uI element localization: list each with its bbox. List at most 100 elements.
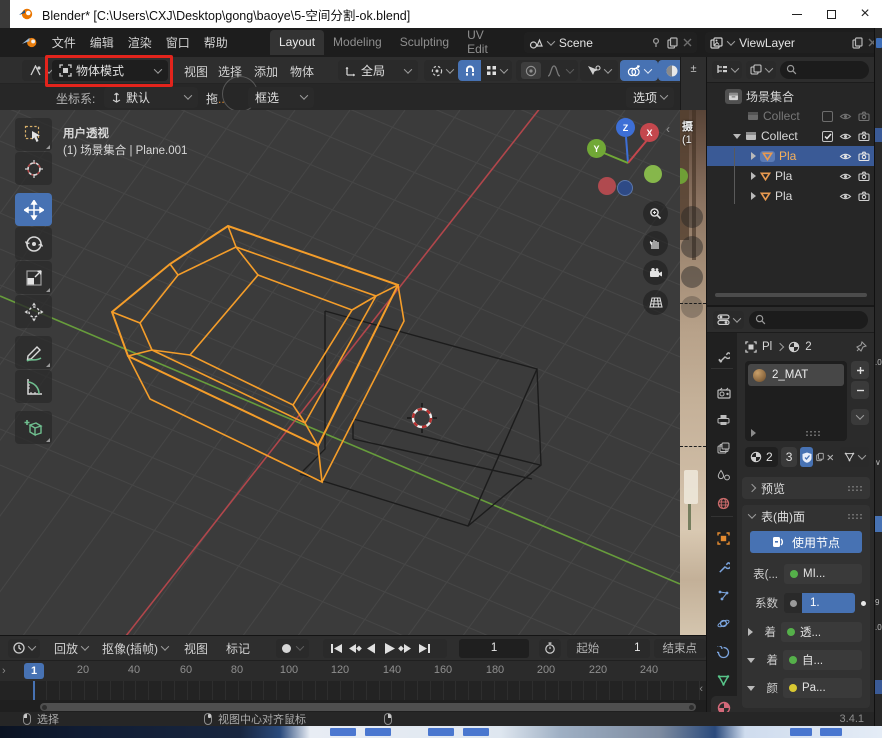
tool-scale[interactable] xyxy=(15,261,52,294)
hide-eye-icon[interactable] xyxy=(839,192,852,201)
coord-default-dropdown[interactable]: 默认 xyxy=(104,87,198,108)
gizmo-axis-y[interactable]: Y xyxy=(587,139,606,158)
scene-selector[interactable]: Scene xyxy=(524,32,697,53)
outliner-search[interactable] xyxy=(780,61,869,79)
proportional-toggle[interactable] xyxy=(521,62,541,79)
falloff-icon[interactable] xyxy=(547,65,561,77)
tool-move[interactable] xyxy=(15,193,52,226)
tab-object-data[interactable] xyxy=(710,668,737,692)
tool-rotate[interactable] xyxy=(15,227,52,260)
sidebar-toggle-arrow[interactable]: ‹ xyxy=(666,122,670,136)
factor-slider[interactable]: 1. xyxy=(784,593,855,613)
frame-end-field[interactable]: 结束点 xyxy=(654,639,707,658)
tab-physics[interactable] xyxy=(710,611,737,635)
unlink-material-icon[interactable] xyxy=(827,453,834,462)
copy-material-icon[interactable] xyxy=(816,451,824,463)
material-slot-active[interactable]: 2_MAT xyxy=(748,364,844,386)
keyframe-dot[interactable] xyxy=(861,601,866,606)
new-viewlayer-icon[interactable] xyxy=(852,37,863,49)
orientation-dropdown[interactable]: 全局 xyxy=(338,60,418,81)
material-users-button[interactable]: 3 xyxy=(781,447,798,467)
add-slot-button[interactable] xyxy=(851,361,869,379)
tab-object[interactable] xyxy=(710,526,737,550)
render-camera-icon[interactable] xyxy=(858,151,870,161)
transport-controls[interactable] xyxy=(323,639,447,658)
gizmo-axis-y-neg[interactable] xyxy=(644,165,662,183)
exclude-checkbox[interactable] xyxy=(822,111,833,122)
tab-layout[interactable]: Layout xyxy=(270,30,324,55)
expand-arrow-icon[interactable] xyxy=(751,192,756,200)
minimize-button[interactable] xyxy=(780,0,814,28)
hide-eye-icon[interactable] xyxy=(839,112,852,121)
tab-tool[interactable] xyxy=(710,345,737,369)
snap-toggle[interactable] xyxy=(458,60,481,81)
tool-select-box[interactable] xyxy=(15,118,52,151)
use-preview-range-button[interactable] xyxy=(539,639,561,658)
gizmo-axis-z[interactable]: Z xyxy=(616,118,635,137)
row-collapse-icon[interactable] xyxy=(747,658,755,663)
menu-view[interactable]: 视图 xyxy=(180,63,212,80)
pin-icon[interactable] xyxy=(651,37,662,48)
shader-row-value-button[interactable]: 透... xyxy=(781,622,862,642)
menu-edit[interactable]: 编辑 xyxy=(83,34,121,51)
properties-search[interactable] xyxy=(749,311,868,329)
strip-editor-header[interactable]: ± xyxy=(680,57,706,110)
outliner-row-plane[interactable]: Pla xyxy=(707,186,874,206)
slot-list-grip[interactable] xyxy=(805,430,821,437)
wireframe-unselected-box[interactable] xyxy=(300,311,541,526)
menu-add[interactable]: 添加 xyxy=(250,63,282,80)
close-button[interactable]: × xyxy=(848,0,882,28)
outliner-row-plane[interactable]: Pla xyxy=(707,166,874,186)
color-row-value-button[interactable]: Pa... xyxy=(783,678,862,698)
breadcrumb-object[interactable]: Pl xyxy=(762,341,772,353)
gizmo-axis-z-neg[interactable] xyxy=(617,180,633,196)
menu-object[interactable]: 物体 xyxy=(286,63,318,80)
region-expand-right[interactable]: ‹ xyxy=(699,683,703,695)
tool-transform[interactable] xyxy=(15,295,52,328)
render-camera-icon[interactable] xyxy=(858,191,870,201)
ortho-toggle-button[interactable] xyxy=(643,290,668,315)
gizmo-axis-x[interactable]: X xyxy=(640,123,659,142)
outliner-filter-button[interactable] xyxy=(746,61,776,79)
render-camera-icon[interactable] xyxy=(858,131,870,141)
outliner-editor-type-button[interactable] xyxy=(712,61,742,79)
fake-user-shield-button[interactable] xyxy=(800,447,813,467)
timeline-menu-marker[interactable]: 标记 xyxy=(222,640,254,657)
use-nodes-button[interactable]: 使用节点 xyxy=(750,531,862,553)
row-expand-icon[interactable] xyxy=(748,628,753,636)
panel-preview-header[interactable]: 预览 xyxy=(742,477,870,499)
tab-output[interactable] xyxy=(710,408,737,432)
blender-menu-logo-icon[interactable] xyxy=(22,36,39,49)
viewlayer-selector[interactable]: ViewLayer xyxy=(705,32,882,53)
slot-specials-button[interactable] xyxy=(851,409,869,425)
mode-dropdown[interactable]: 物体模式 xyxy=(52,60,168,81)
breadcrumb-material[interactable]: 2 xyxy=(805,341,811,353)
shader-row-value-button[interactable]: 自... xyxy=(783,650,862,670)
new-scene-icon[interactable] xyxy=(667,37,678,49)
outliner-row-collection-excluded[interactable]: Collect xyxy=(707,106,874,126)
outliner-hscrollbar[interactable] xyxy=(715,293,867,297)
tool-cursor[interactable] xyxy=(15,152,52,185)
tool-measure[interactable] xyxy=(15,370,52,403)
row-collapse-icon[interactable] xyxy=(747,686,755,691)
timeline-editor-type-button[interactable] xyxy=(8,639,40,658)
playhead-badge[interactable]: 1 xyxy=(24,663,44,679)
wireframe-selected-object[interactable] xyxy=(112,226,404,482)
pin-icon[interactable] xyxy=(855,341,867,353)
material-slot-list[interactable]: 2_MAT xyxy=(745,361,847,441)
tab-sculpting[interactable]: Sculpting xyxy=(391,30,458,55)
timeline-menu-playback[interactable]: 回放 xyxy=(50,640,82,657)
surface-shader-button[interactable]: MI... xyxy=(784,564,862,584)
navigation-gizmo[interactable]: Z X Y xyxy=(582,115,674,207)
playhead-line[interactable] xyxy=(33,681,35,700)
tool-add-cube[interactable] xyxy=(15,411,52,444)
camera-strip-viewport[interactable]: 摄 (1 xyxy=(680,110,706,635)
menu-help[interactable]: 帮助 xyxy=(197,34,235,51)
properties-editor-type-button[interactable] xyxy=(713,311,744,329)
nodetree-dropdown[interactable] xyxy=(840,447,869,467)
current-frame-field[interactable]: 1 xyxy=(459,639,529,658)
include-checkbox[interactable] xyxy=(822,131,833,142)
tab-world[interactable] xyxy=(710,491,737,515)
tab-constraints[interactable] xyxy=(710,640,737,664)
hide-eye-icon[interactable] xyxy=(839,132,852,141)
